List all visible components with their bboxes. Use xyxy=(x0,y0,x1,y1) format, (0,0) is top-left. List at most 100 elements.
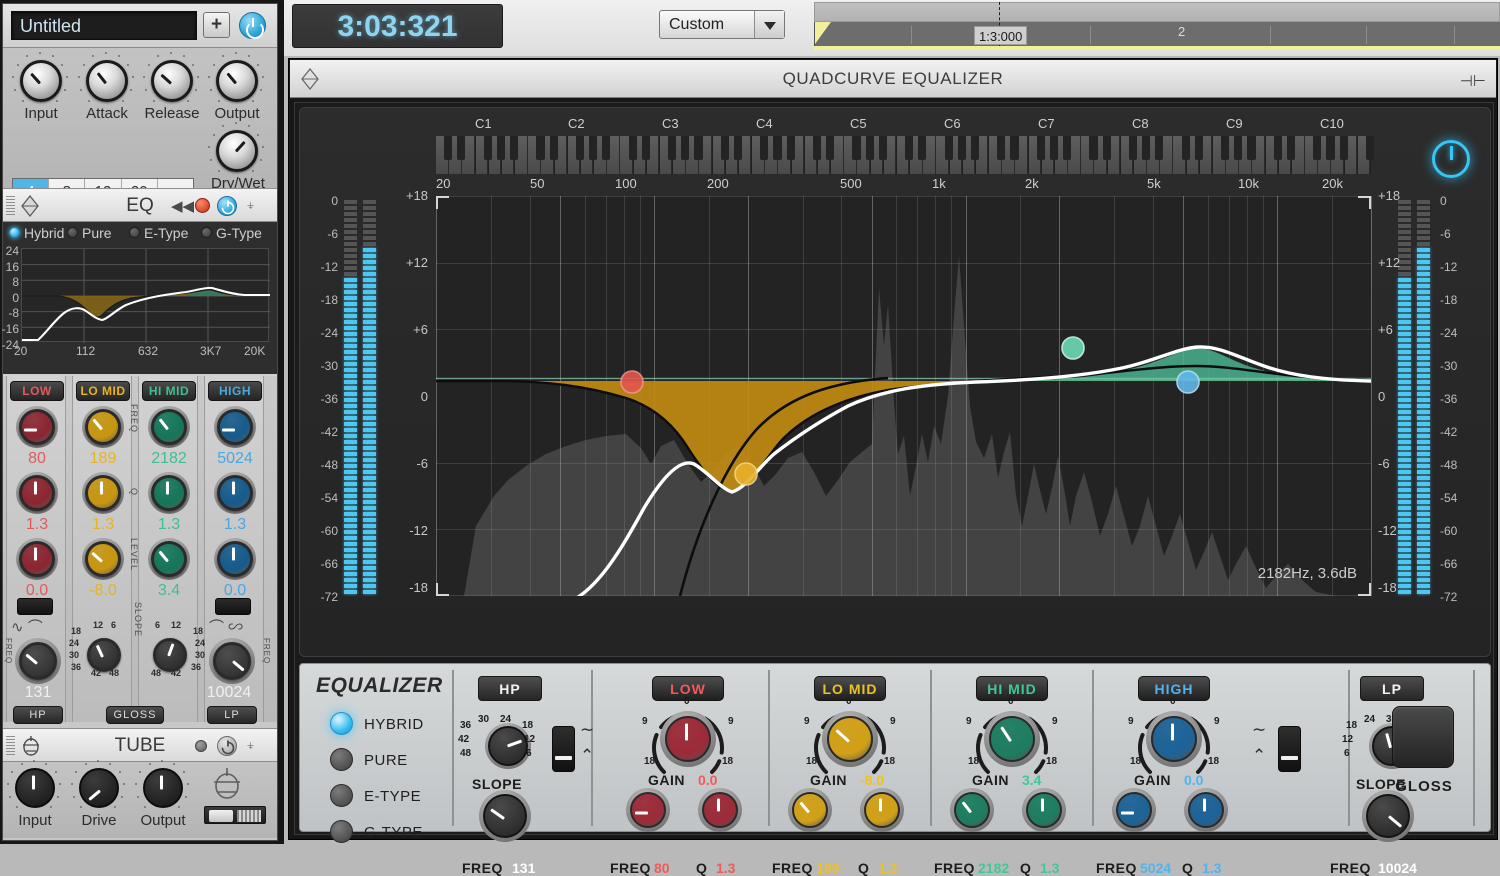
low-shape-icons: ∿ ⌒ xyxy=(11,619,43,636)
band-q-knob[interactable] xyxy=(864,792,900,828)
hp-slope-scale-main: 36 xyxy=(460,720,472,731)
hp-button[interactable]: HP xyxy=(13,706,63,724)
tube-mode-slider[interactable] xyxy=(204,806,266,824)
hp-filter-button[interactable]: HP xyxy=(478,676,542,701)
eq-curve-canvas[interactable]: 2182Hz, 3.6dB xyxy=(436,196,1372,596)
band-knob[interactable] xyxy=(217,541,253,577)
gloss-button[interactable] xyxy=(1392,706,1454,768)
loop-start-flag-icon[interactable] xyxy=(815,22,831,44)
meter-label-right: -36 xyxy=(1440,392,1458,406)
compressor-knob-input[interactable] xyxy=(20,60,62,102)
ruler-bar-track[interactable] xyxy=(814,22,1500,46)
band-knob[interactable] xyxy=(19,541,55,577)
band-tag[interactable]: HI MID xyxy=(142,381,196,401)
eq-type-radio-e-type[interactable] xyxy=(129,227,140,238)
band-knob[interactable] xyxy=(151,475,187,511)
compressor-knob-attack[interactable] xyxy=(86,60,128,102)
band-q-knob[interactable] xyxy=(1188,792,1224,828)
eq-global-power-button[interactable] xyxy=(1432,140,1470,178)
plugin-titlebar[interactable]: QUADCURVE EQUALIZER ⊣⊢ xyxy=(290,60,1496,98)
chevron-double-down-icon[interactable]: ⍖ xyxy=(246,737,255,754)
compressor-knob-drywet[interactable] xyxy=(216,130,258,172)
band-tag[interactable]: HIGH xyxy=(208,381,262,401)
compressor-knob-release[interactable] xyxy=(151,60,193,102)
hp-slope-scale-main: 18 xyxy=(522,720,534,731)
tube-knob-input[interactable] xyxy=(15,768,55,808)
band-knob[interactable] xyxy=(19,409,55,445)
hp-freq-knob-main[interactable] xyxy=(483,794,527,838)
lp-filter-button[interactable]: LP xyxy=(1360,676,1424,701)
band-knob[interactable] xyxy=(85,409,121,445)
rewind-icon[interactable]: ◀◀ xyxy=(171,197,194,215)
meter-label-right: 0 xyxy=(1440,194,1447,208)
eq-mode-radio-g-type[interactable] xyxy=(330,820,353,843)
band-knob[interactable] xyxy=(85,475,121,511)
ruler-top-track[interactable] xyxy=(814,2,1500,22)
eq-mode-label: PURE xyxy=(364,752,408,769)
eq-power-icon[interactable] xyxy=(217,196,237,216)
band-gain-knob[interactable] xyxy=(827,716,873,762)
lp-slope-scale: 30 xyxy=(195,650,206,660)
tube-knob-output[interactable] xyxy=(143,768,183,808)
timeline-ruler[interactable]: 2 1:3:000 xyxy=(814,2,1500,51)
hp-slope-scale-main: 48 xyxy=(460,748,472,759)
band-tag[interactable]: LO MID xyxy=(76,381,130,401)
eq-type-radio-hybrid[interactable] xyxy=(9,227,20,238)
band-knob[interactable] xyxy=(217,409,253,445)
tube-dot-icon[interactable] xyxy=(195,740,207,752)
lp-button[interactable]: LP xyxy=(207,706,257,724)
lp-freq-knob[interactable] xyxy=(213,642,251,680)
lp-freq-value-main: 10024 xyxy=(1378,860,1417,876)
band-freq-knob[interactable] xyxy=(792,792,828,828)
gloss-button-small[interactable]: GLOSS xyxy=(106,706,164,724)
band-tag[interactable]: LOW xyxy=(10,381,64,401)
piano-note-label: C5 xyxy=(850,116,867,131)
compressor-power-button[interactable] xyxy=(239,12,266,39)
high-shape-slider[interactable] xyxy=(215,598,251,615)
band-q-knob[interactable] xyxy=(702,792,738,828)
chevron-double-down-icon[interactable]: ⍖ xyxy=(246,197,255,214)
hp-freq-knob[interactable] xyxy=(19,642,57,680)
tube-knob-drive[interactable] xyxy=(79,768,119,808)
eq-mode-radio-e-type[interactable] xyxy=(330,784,353,807)
band-knob[interactable] xyxy=(151,409,187,445)
piano-keyboard[interactable] xyxy=(436,136,1375,174)
chevron-down-icon[interactable] xyxy=(754,11,784,38)
high-shape-slider-main[interactable] xyxy=(1278,726,1301,772)
band-freq-knob[interactable] xyxy=(1116,792,1152,828)
eq-mode-radio-hybrid[interactable] xyxy=(330,712,353,735)
eq-type-radio-pure[interactable] xyxy=(67,227,78,238)
add-effect-button[interactable]: + xyxy=(203,12,230,38)
eq-type-radio-g-type[interactable] xyxy=(201,227,212,238)
lp-freq-knob-main[interactable] xyxy=(1366,794,1410,838)
band-knob[interactable] xyxy=(19,475,55,511)
low-shape-slider-main[interactable] xyxy=(552,726,575,772)
time-display[interactable]: 3:03:321 xyxy=(292,4,503,48)
eq-mode-radio-pure[interactable] xyxy=(330,748,353,771)
band-gain-knob[interactable] xyxy=(989,716,1035,762)
band-freq-knob[interactable] xyxy=(954,792,990,828)
tube-power-icon[interactable] xyxy=(217,736,237,756)
compressor-knob-output[interactable] xyxy=(216,60,258,102)
pin-icon[interactable]: ⊣⊢ xyxy=(1460,72,1486,90)
hp-slope-knob-main[interactable] xyxy=(488,726,528,766)
hp-slope-knob[interactable] xyxy=(87,638,121,672)
lp-slope-scale-main: 18 xyxy=(1346,720,1358,731)
preset-dropdown[interactable]: Custom xyxy=(659,10,785,39)
mini-eq-graph[interactable] xyxy=(21,248,270,343)
hp-slope-scale-main: 6 xyxy=(526,748,532,759)
lp-slope-knob[interactable] xyxy=(153,638,187,672)
preset-name-input[interactable]: Untitled xyxy=(11,11,197,40)
band-knob[interactable] xyxy=(85,541,121,577)
low-shape-slider[interactable] xyxy=(17,598,53,615)
band-q-knob[interactable] xyxy=(1026,792,1062,828)
strip-label-freq: FREQ xyxy=(129,404,139,434)
band-knob[interactable] xyxy=(217,475,253,511)
gain-scale: 9 xyxy=(890,716,896,727)
band-knob[interactable] xyxy=(151,541,187,577)
band-gain-knob[interactable] xyxy=(1151,716,1197,762)
band-freq-knob[interactable] xyxy=(630,792,666,828)
band-gain-knob[interactable] xyxy=(665,716,711,762)
record-icon[interactable] xyxy=(195,198,210,213)
freq-tick-label: 20 xyxy=(436,176,451,191)
